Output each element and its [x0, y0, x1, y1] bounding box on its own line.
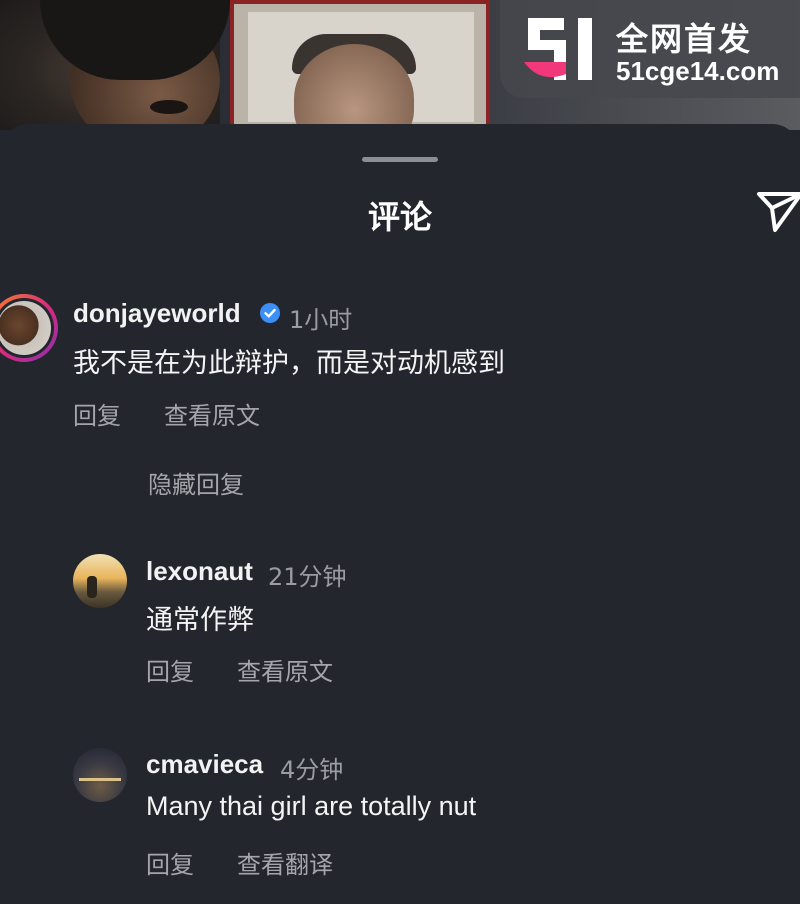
see-original-button[interactable]: 查看原文 — [164, 396, 260, 431]
text-fade-overlay — [470, 216, 600, 256]
hide-replies-button[interactable]: 隐藏回复 — [148, 465, 244, 500]
watermark: 全网首发 51cge14.com — [500, 0, 800, 98]
comment-time: 1小时 — [289, 306, 353, 334]
see-original-button[interactable]: 查看原文 — [237, 652, 333, 687]
video-id-card — [230, 0, 490, 130]
send-icon[interactable] — [755, 190, 800, 234]
watermark-url: 51cge14.com — [616, 56, 780, 86]
comment-text: 通常作弊 — [146, 605, 254, 636]
comment-username[interactable]: cmavieca — [146, 749, 263, 780]
watermark-title: 全网首发 — [616, 20, 753, 58]
comment-text: 我不是在为此辩护，而是对动机感到 — [73, 348, 505, 379]
comment-time: 21分钟 — [268, 563, 347, 591]
comment-username[interactable]: lexonaut — [146, 556, 253, 587]
watermark-logo-icon — [524, 18, 592, 80]
drag-handle[interactable] — [362, 157, 438, 162]
see-translation-button[interactable]: 查看翻译 — [237, 845, 333, 880]
video-person-left — [0, 0, 230, 130]
avatar[interactable] — [73, 748, 127, 802]
comment-time: 4分钟 — [280, 756, 344, 784]
verified-badge-icon — [260, 303, 280, 323]
reply-button[interactable]: 回复 — [146, 652, 194, 687]
comment-username[interactable]: donjayeworld — [73, 298, 241, 329]
reply-button[interactable]: 回复 — [146, 845, 194, 880]
comment-text: Many thai girl are totally nut — [146, 791, 477, 821]
sheet-title: 评论 — [367, 198, 432, 236]
reply-button[interactable]: 回复 — [73, 396, 121, 431]
avatar[interactable] — [73, 554, 127, 608]
